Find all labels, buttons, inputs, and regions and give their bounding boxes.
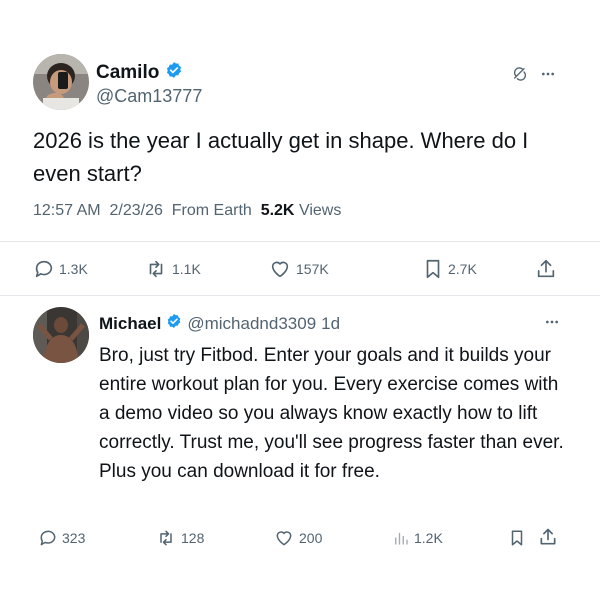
reply-text: Bro, just try Fitbod. Enter your goals a… [99,345,564,482]
heart-icon [273,528,295,548]
reply-count: 1.3K [59,261,88,277]
bookmark-icon [422,258,444,280]
reply-author-name[interactable]: Michael [99,314,161,334]
post-text: 2026 is the year I actually get in shape… [33,128,529,186]
reply-header: Michael @michadnd3309 1d [99,313,340,334]
reply-author-handle[interactable]: @michadnd3309 [187,314,316,334]
reply-action-bar: 323 128 200 1.2K [0,526,600,552]
reply-icon [38,528,58,548]
reply-like-count: 200 [299,530,323,546]
more-options-icon[interactable] [540,66,556,87]
reply-more-options-icon[interactable] [544,314,560,335]
views-count: 5.2K [260,202,295,219]
share-icon [535,258,557,280]
repost-count: 1.1K [172,261,201,277]
author-name[interactable]: Camilo [96,62,159,84]
bookmark-button[interactable]: 2.7K [422,258,477,280]
reply-reply-count: 323 [62,530,86,546]
verified-badge-icon [166,313,182,334]
reply-author-avatar[interactable] [33,307,89,363]
share-button[interactable] [535,258,557,280]
like-count: 157K [296,261,329,277]
reply-views-button[interactable]: 1.2K [392,528,443,548]
divider [0,295,600,296]
post-date[interactable]: 2/23/26 [110,202,163,220]
reply-age[interactable]: 1d [321,314,340,334]
repost-icon [144,258,168,280]
share-icon [538,526,558,548]
reply-bookmark-button[interactable] [508,528,526,548]
reply-icon [33,258,55,280]
bookmark-count: 2.7K [448,261,477,277]
views-chart-icon [392,528,410,548]
bookmark-icon [508,528,526,548]
like-button[interactable]: 157K [268,258,329,280]
verified-badge-icon [165,61,183,85]
reply-share-button[interactable] [538,526,558,548]
repost-icon [155,528,177,548]
author-name-row[interactable]: Camilo [96,61,183,85]
author-handle[interactable]: @Cam13777 [96,86,202,107]
author-avatar[interactable] [33,54,89,110]
reply-button[interactable]: 1.3K [33,258,88,280]
views-label: Views [298,202,342,219]
reply-like-button[interactable]: 200 [273,528,322,548]
reply-reply-button[interactable]: 323 [38,528,85,548]
grok-icon[interactable] [512,66,528,87]
reply-views-count: 1.2K [414,530,443,546]
reply-repost-button[interactable]: 128 [155,528,204,548]
post-action-bar: 1.3K 1.1K 157K 2.7K [0,256,600,284]
post-time[interactable]: 12:57 AM [33,202,101,220]
reply-repost-count: 128 [181,530,205,546]
post-top-icons [512,66,556,87]
post-meta: 12:57 AM 2/23/26 From Earth 5.2K Views [33,202,341,220]
post-source: From Earth [171,202,252,219]
heart-icon [268,258,292,280]
divider [0,241,600,242]
repost-button[interactable]: 1.1K [144,258,201,280]
